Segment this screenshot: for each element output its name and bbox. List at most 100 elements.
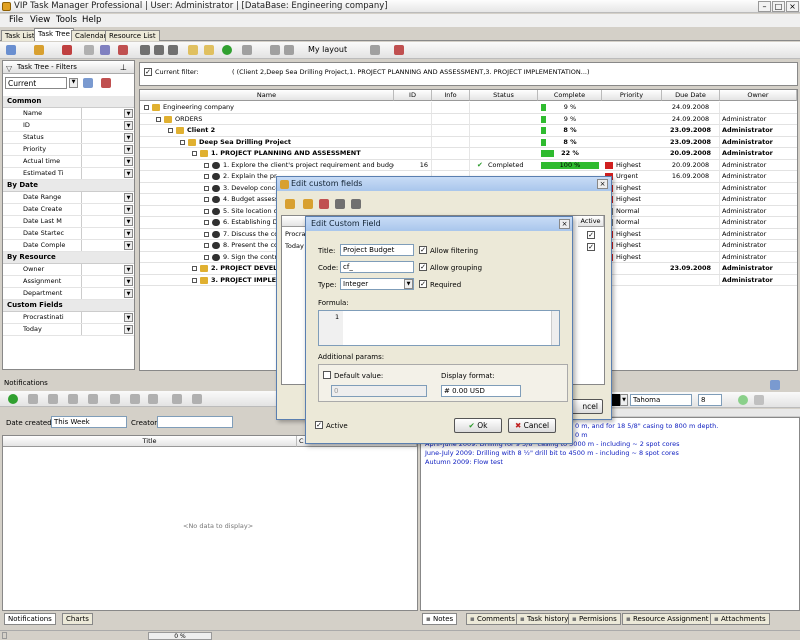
dropdown-icon[interactable]: ▼: [124, 313, 133, 322]
column-header-due[interactable]: Due Date: [662, 90, 720, 101]
font-size-select[interactable]: 8: [698, 394, 722, 406]
move-up-icon[interactable]: [351, 199, 361, 209]
tab-charts[interactable]: Charts: [62, 613, 93, 625]
settings-icon[interactable]: [130, 394, 140, 404]
filter-property[interactable]: Name ▼: [3, 108, 134, 120]
filter-property[interactable]: Priority ▼: [3, 144, 134, 156]
filter-property[interactable]: Procrastinati ▼: [3, 312, 134, 324]
field-row-procrastination[interactable]: Procra: [285, 230, 306, 238]
filter-property[interactable]: Assignment ▼: [3, 276, 134, 288]
filter-property[interactable]: Owner ▼: [3, 264, 134, 276]
filter-property-value[interactable]: ▼: [81, 312, 134, 323]
required-checkbox[interactable]: ✓: [419, 280, 427, 288]
clear-filter-icon[interactable]: [101, 78, 111, 88]
allow-grouping-checkbox[interactable]: ✓: [419, 263, 427, 271]
layout-icon[interactable]: [284, 45, 294, 55]
dropdown-icon[interactable]: ▼: [124, 145, 133, 154]
filter-property-value[interactable]: ▼: [81, 228, 134, 239]
delete-layout-icon[interactable]: [394, 45, 404, 55]
tab-notifications[interactable]: Notifications: [4, 613, 56, 625]
filter-property-value[interactable]: ▼: [81, 132, 134, 143]
remove-icon[interactable]: [118, 45, 128, 55]
ok-button[interactable]: ✔ Ok: [454, 418, 502, 433]
color-dropdown[interactable]: ▼: [620, 394, 628, 406]
expand-toggle-icon[interactable]: [204, 243, 209, 248]
filter-property-value[interactable]: ▼: [81, 156, 134, 167]
filter-property-value[interactable]: ▼: [81, 264, 134, 275]
expand-toggle-icon[interactable]: [204, 231, 209, 237]
tab-notes[interactable]: ▪ Notes: [422, 613, 458, 625]
dropdown-icon[interactable]: ▼: [124, 133, 133, 142]
filter-property[interactable]: Date Startec ▼: [3, 228, 134, 240]
dropdown-icon[interactable]: ▼: [124, 289, 133, 298]
date-created-select[interactable]: This Week: [51, 416, 127, 428]
reply-icon[interactable]: [48, 394, 58, 404]
font-select[interactable]: Tahoma: [630, 394, 692, 406]
delete-icon[interactable]: [62, 45, 72, 55]
code-input[interactable]: cf_: [340, 261, 414, 273]
table-row[interactable]: Deep Sea Drilling Project 8 % 23.09.2008 Ad…: [140, 136, 797, 148]
delete-icon[interactable]: [110, 394, 120, 404]
filter-property[interactable]: Estimated Ti ▼: [3, 168, 134, 180]
expand-toggle-icon[interactable]: [204, 220, 209, 225]
tab-attachments[interactable]: ▪ Attachments: [710, 613, 770, 625]
expand-toggle-icon[interactable]: [192, 151, 197, 156]
forward-icon[interactable]: [68, 394, 78, 404]
pin-icon[interactable]: ⊥: [120, 63, 127, 72]
collapse-icon[interactable]: [204, 45, 214, 55]
filter-property-value[interactable]: ▼: [81, 168, 134, 179]
formula-scrollbar[interactable]: [551, 311, 559, 345]
edit-field-icon[interactable]: [303, 199, 313, 209]
filter-property-value[interactable]: ▼: [81, 108, 134, 119]
columns-icon[interactable]: [270, 45, 280, 55]
menu-tools[interactable]: Tools: [56, 15, 77, 25]
allow-filtering-checkbox[interactable]: ✓: [419, 246, 427, 254]
filter-category[interactable]: Common: [3, 96, 134, 108]
mail-icon[interactable]: [28, 394, 38, 404]
table-row[interactable]: Engineering company 9 % 24.09.2008: [140, 102, 797, 114]
filter-property-value[interactable]: ▼: [81, 120, 134, 131]
filter-preset-select[interactable]: Current: [5, 77, 67, 89]
filter-icon[interactable]: [172, 394, 182, 404]
filter-category[interactable]: Custom Fields: [3, 300, 134, 312]
dropdown-icon[interactable]: ▼: [124, 217, 133, 226]
notes-editor[interactable]: 0 m, and for 18 5/8" casing to 800 m dep…: [420, 417, 800, 611]
type-dropdown-icon[interactable]: ▼: [404, 279, 413, 289]
delete-field-icon[interactable]: [319, 199, 329, 209]
filter-property[interactable]: Department ▼: [3, 288, 134, 300]
refresh-icon[interactable]: [8, 394, 18, 404]
expand-toggle-icon[interactable]: [204, 254, 209, 260]
display-format-input[interactable]: # 0.00 USD: [441, 385, 521, 397]
filter-property[interactable]: Date Range ▼: [3, 192, 134, 204]
column-header-priority[interactable]: Priority: [602, 90, 662, 101]
tab-task-list[interactable]: Task List: [1, 30, 39, 41]
default-value-checkbox[interactable]: [323, 371, 331, 379]
filter-property[interactable]: ID ▼: [3, 120, 134, 132]
cancel-button[interactable]: ✖ Cancel: [508, 418, 556, 433]
filter-property-value[interactable]: ▼: [81, 192, 134, 203]
expand-toggle-icon[interactable]: [204, 197, 209, 202]
move-up-icon[interactable]: [154, 45, 164, 55]
filter-category[interactable]: By Resource: [3, 252, 134, 264]
tab-task-history[interactable]: ▪ Task history: [516, 613, 573, 625]
table-row[interactable]: ORDERS 9 % 24.09.2008 Administrator: [140, 113, 797, 125]
forward-icon[interactable]: [738, 395, 748, 405]
dropdown-icon[interactable]: ▼: [124, 205, 133, 214]
expand-toggle-icon[interactable]: [192, 277, 197, 283]
title-input[interactable]: Project Budget: [340, 244, 414, 256]
tab-resource-assignment[interactable]: ▪ Resource Assignment: [622, 613, 713, 625]
minimize-icon[interactable]: –: [758, 1, 771, 12]
new-task-icon[interactable]: [6, 45, 16, 55]
filter-icon[interactable]: [84, 45, 94, 55]
save-layout-icon[interactable]: [370, 45, 380, 55]
print-icon[interactable]: [88, 394, 98, 404]
expand-toggle-icon[interactable]: [144, 105, 149, 110]
current-filter-checkbox[interactable]: ✓: [144, 68, 152, 76]
type-select[interactable]: Integer: [340, 278, 414, 290]
expand-toggle-icon[interactable]: [192, 266, 197, 271]
refresh-icon[interactable]: [222, 45, 232, 55]
close-icon[interactable]: ×: [786, 1, 799, 12]
formula-editor[interactable]: 1: [318, 310, 560, 346]
new-folder-icon[interactable]: [34, 45, 44, 55]
expand-toggle-icon[interactable]: [180, 139, 185, 145]
